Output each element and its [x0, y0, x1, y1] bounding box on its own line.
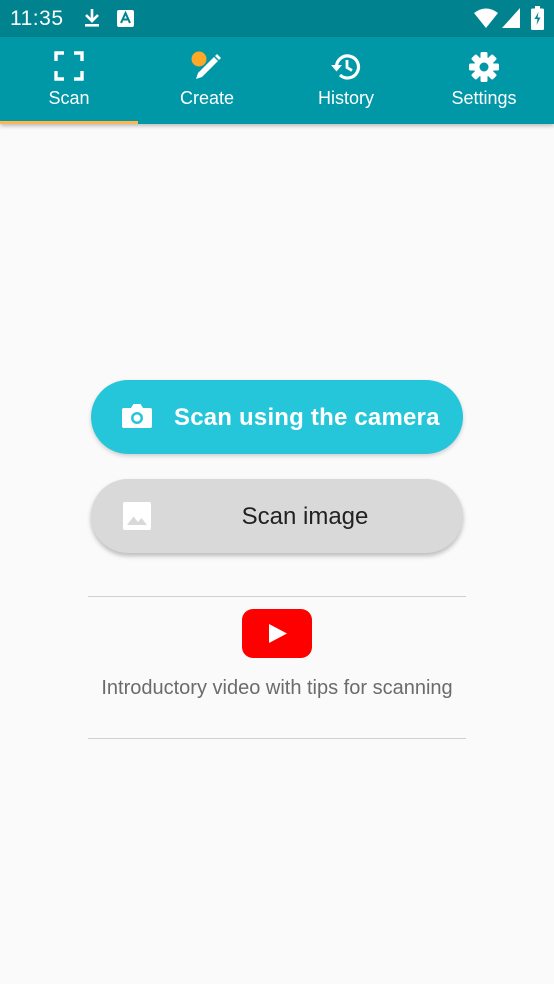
status-bar: 11:35 — [0, 0, 554, 37]
gear-icon — [468, 51, 500, 88]
tab-scan-label: Scan — [48, 88, 90, 108]
tab-history[interactable]: History — [277, 37, 415, 124]
tab-create-label: Create — [179, 88, 235, 108]
tab-history-label: History — [317, 88, 374, 108]
intro-video-text: Introductory video with tips for scannin… — [101, 677, 453, 699]
top-tab-bar: Scan Create History Settings — [0, 37, 554, 124]
signal-icon — [502, 8, 520, 33]
app-notification-icon — [117, 10, 134, 32]
tab-settings-label: Settings — [451, 88, 517, 108]
battery-icon — [531, 6, 544, 35]
divider-bottom — [88, 738, 466, 739]
wifi-icon — [474, 8, 498, 33]
tab-create[interactable]: Create — [138, 37, 276, 124]
history-icon — [329, 51, 363, 88]
scan-frame-icon — [54, 51, 84, 86]
selected-tab-indicator — [0, 121, 138, 124]
download-icon — [82, 8, 102, 33]
camera-icon — [121, 402, 153, 435]
tab-settings[interactable]: Settings — [415, 37, 553, 124]
scan-image-button[interactable]: Scan image — [91, 479, 463, 553]
scan-image-label: Scan image — [241, 503, 369, 530]
pencil-icon — [190, 51, 224, 88]
status-time: 11:35 — [10, 7, 64, 30]
intro-video-link[interactable]: Introductory video with tips for scannin… — [88, 597, 466, 738]
youtube-play-icon — [242, 609, 312, 663]
scan-camera-label: Scan using the camera — [174, 404, 440, 431]
scan-camera-button[interactable]: Scan using the camera — [91, 380, 463, 454]
tab-scan[interactable]: Scan — [0, 37, 138, 124]
